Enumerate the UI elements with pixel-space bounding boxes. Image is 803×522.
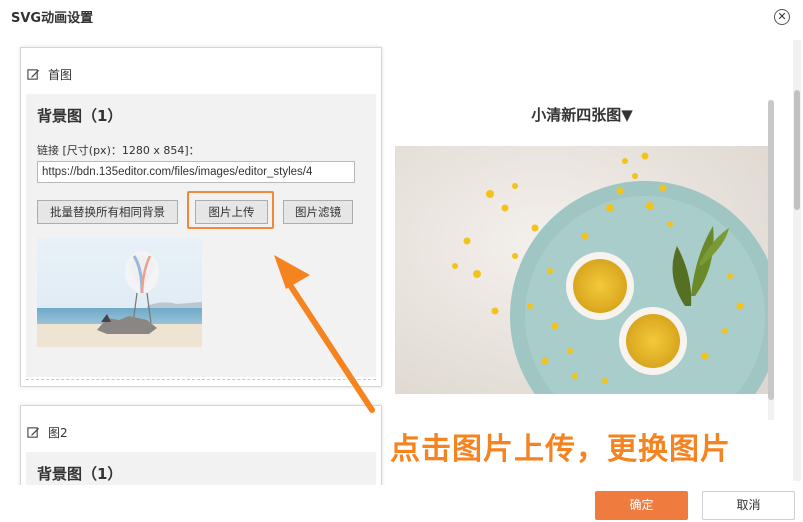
image-link-input[interactable] (37, 161, 355, 183)
dialog-title: SVG动画设置 (11, 11, 94, 26)
close-icon[interactable]: ✕ (774, 9, 790, 25)
dialog-scrollbar[interactable] (793, 40, 801, 481)
cancel-button[interactable]: 取消 (702, 491, 795, 520)
background-thumbnail[interactable] (37, 238, 202, 347)
card-header: 首图 (27, 66, 72, 83)
section-title: 背景图（1） (37, 107, 123, 125)
edit-icon (27, 427, 40, 438)
card-header-label: 图2 (48, 426, 68, 440)
upload-image-button[interactable]: 图片上传 (195, 200, 268, 224)
confirm-button[interactable]: 确定 (595, 491, 688, 520)
card-header: 图2 (27, 424, 68, 441)
template-selector[interactable]: 小清新四张图▼ (395, 104, 769, 125)
image-filter-button[interactable]: 图片滤镜 (283, 200, 353, 224)
card-header-label: 首图 (48, 68, 73, 82)
batch-replace-button[interactable]: 批量替换所有相同背景 (37, 200, 178, 224)
preview-scrollbar[interactable] (768, 100, 774, 420)
link-label: 链接 [尺寸(px)：1280 x 854]： (37, 144, 200, 157)
section-title: 背景图（1） (37, 465, 123, 483)
settings-card: 图2 背景图（1） (20, 405, 382, 485)
annotation-text: 点击图片上传，更换图片 (390, 432, 731, 467)
background-section: 背景图（1） (26, 452, 376, 485)
preview-image (395, 146, 768, 394)
edit-icon (27, 69, 40, 80)
pointer-arrow-icon (274, 255, 375, 413)
